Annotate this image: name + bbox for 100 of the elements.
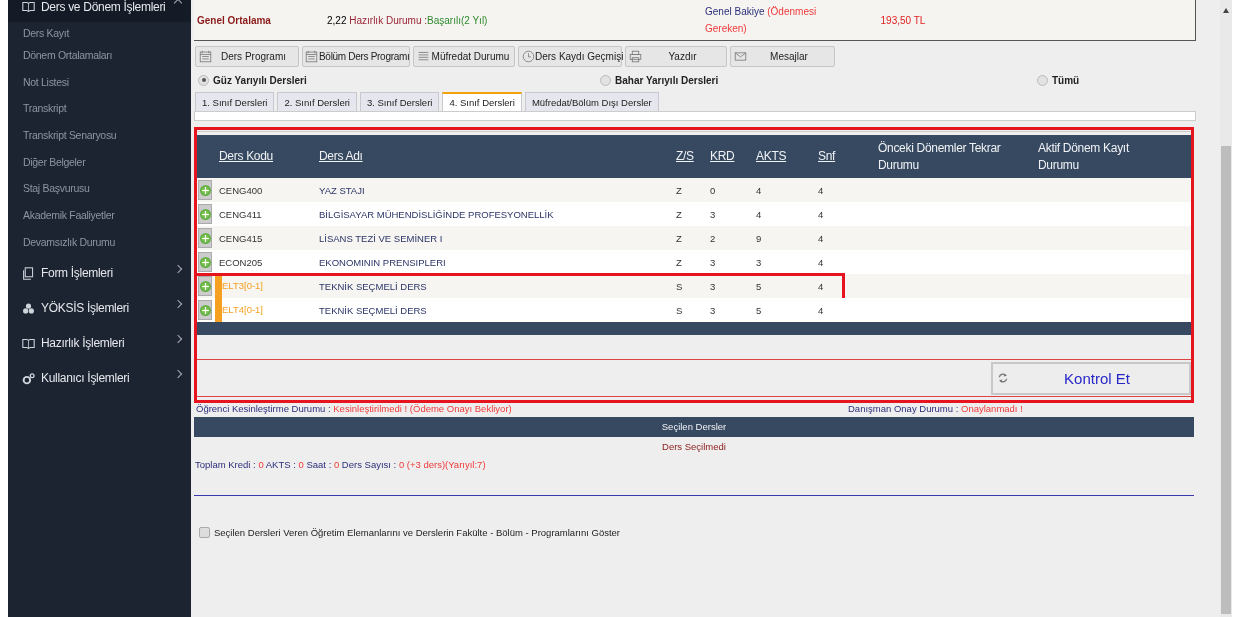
column-header: Aktif Dönem Kayıt Durumu	[1038, 139, 1131, 174]
column-header[interactable]: KRD	[710, 148, 756, 165]
checkbox[interactable]	[199, 527, 210, 538]
sidebar-group[interactable]: Hazırlık İşlemleri	[8, 325, 191, 361]
semester-option[interactable]: Tümü	[1037, 74, 1080, 86]
student-status: Öğrenci Kesinleştirme Durumu : Kesinleştirilmedi ! (Ödeme Onayı Bekliyor)	[196, 403, 513, 414]
add-course-button[interactable]	[198, 276, 212, 296]
table-cell-text: TEKNİK SEÇMELİ DERS	[319, 304, 428, 316]
class-tab[interactable]: 3. Sınıf Dersleri	[359, 92, 440, 111]
checkbox-label[interactable]: Seçilen Dersleri Veren Öğretim Elemanlarını ve Derslerin Fakülte - Bölüm - Programlarını Göster	[214, 527, 620, 538]
column-header[interactable]: Ders Adı	[319, 148, 676, 165]
sidebar-item[interactable]: Diğer Belgeler	[8, 148, 191, 176]
totals-line: Toplam Kredi : 0 AKTS : 0 Saat : 0 Ders Sayısı : 0 (+3 ders)(Yarıyıl:7)	[194, 459, 487, 470]
scroll-thumb[interactable]	[1221, 146, 1231, 614]
radio-button[interactable]	[600, 74, 611, 86]
table-cell-text: LİSANS TEZİ VE SEMİNER I	[319, 232, 444, 244]
balance-label: Genel Bakiye (Ödenmesi Gereken)	[705, 5, 818, 36]
toolbar-button[interactable]: Mesajlar	[730, 46, 835, 67]
preparation-status: 2,22 Hazırlık Durumu :Başarılı(2 Yıl)	[327, 14, 489, 26]
course-code: ECON205	[219, 256, 264, 268]
sidebar-item[interactable]: Akademik Faaliyetler	[8, 202, 191, 229]
sidebar-group[interactable]: Kullanıcı İşlemleri	[8, 360, 191, 396]
table-cell-text: 3	[710, 256, 717, 268]
table-row[interactable]: CENG400 YAZ STAJI Z 0 4 4	[197, 178, 1191, 202]
add-course-button[interactable]	[198, 300, 212, 320]
table-cell-text: 4	[818, 304, 825, 316]
cubes-icon	[22, 301, 35, 315]
toolbar-button[interactable]: Bölüm Ders Programı	[302, 46, 410, 67]
sidebar-item[interactable]: Transkript Senaryosu	[8, 122, 191, 149]
course-code: CENG411	[219, 208, 263, 220]
table-cell-text: 4	[756, 208, 763, 220]
class-tab[interactable]: 1. Sınıf Dersleri	[195, 92, 275, 111]
table-cell-text: EKONOMININ PRENSIPLERI	[319, 256, 447, 268]
table-cell-text: 5	[756, 304, 763, 316]
semester-option[interactable]: Güz Yarıyılı Dersleri	[198, 74, 600, 86]
empty-message: Ders Seçilmedi	[661, 441, 727, 452]
refresh-icon	[997, 372, 1009, 384]
table-cell-text: Z	[676, 184, 683, 196]
toolbar-button[interactable]: Müfredat Durumu	[413, 46, 515, 67]
radio-button[interactable]	[198, 74, 209, 86]
add-course-button[interactable]	[198, 252, 212, 272]
table-cell-text: 9	[756, 232, 763, 244]
table-cell-text: S	[676, 280, 684, 292]
table-row[interactable]: CENG415 LİSANS TEZİ VE SEMİNER I Z 2 9 4	[197, 226, 1191, 250]
table-cell-text: 4	[818, 208, 825, 220]
radio-button[interactable]	[1037, 74, 1048, 86]
class-tab[interactable]: Müfredat/Bölüm Dışı Dersler	[524, 92, 659, 111]
table-cell-text: S	[676, 304, 684, 316]
table-cell-text: Z	[676, 232, 683, 244]
table-cell-text: 3	[756, 256, 763, 268]
scrollbar[interactable]	[1220, 0, 1232, 617]
table-cell-text: 3	[710, 208, 717, 220]
column-header[interactable]: AKTS	[756, 148, 818, 165]
add-course-button[interactable]	[198, 180, 212, 200]
gears-icon	[22, 371, 35, 385]
calendar-icon	[199, 50, 212, 63]
table-cell-text: YAZ STAJI	[319, 184, 366, 196]
scroll-up-icon[interactable]	[1223, 8, 1229, 13]
column-header[interactable]: Z/S	[676, 148, 710, 165]
table-row[interactable]: ELT4[0-1] TEKNİK SEÇMELİ DERS S 3 5 4	[197, 298, 1191, 322]
course-code: CENG400	[219, 184, 264, 196]
table-cell-text: BİLGİSAYAR MÜHENDİSLİĞİNDE PROFESYONELLİK	[319, 208, 555, 220]
table-row[interactable]: ELT3[0-1] TEKNİK SEÇMELİ DERS S 3 5 4	[197, 274, 1191, 298]
table-cell-text: 4	[756, 184, 763, 196]
toolbar-button[interactable]: Yazdır	[625, 46, 727, 67]
table-cell-text: 5	[756, 280, 763, 292]
add-course-button[interactable]	[198, 204, 212, 224]
sidebar-group[interactable]: YÖKSİS İşlemleri	[8, 290, 191, 326]
sidebar-item[interactable]: Ders Kayıt	[8, 22, 191, 42]
list-icon	[417, 50, 430, 63]
sidebar-group[interactable]: Ders ve Dönem İşlemleri	[8, 0, 191, 22]
balance-amount: 193,50 TL	[879, 14, 927, 26]
toolbar-button[interactable]: Ders Kaydı Geçmişi	[518, 46, 622, 67]
sidebar-item[interactable]: Transkript	[8, 95, 191, 123]
check-button[interactable]: Kontrol Et	[991, 361, 1191, 395]
table-cell-text: 4	[818, 184, 825, 196]
class-tab[interactable]: 2. Sınıf Dersleri	[277, 92, 357, 111]
toolbar-button[interactable]: Ders Programı	[195, 46, 299, 67]
column-header[interactable]: Ders Kodu	[219, 148, 319, 165]
table-cell-text: 3	[710, 280, 717, 292]
table-cell-text: 4	[818, 232, 825, 244]
table-cell-text: 4	[818, 256, 825, 268]
table-cell-text: 0	[710, 184, 717, 196]
sidebar-item[interactable]: Not Listesi	[8, 68, 191, 96]
sidebar-group[interactable]: Form İşlemleri	[8, 255, 191, 291]
column-header[interactable]: Snf	[818, 148, 878, 165]
class-tab[interactable]: 4. Sınıf Dersleri	[442, 92, 522, 111]
sidebar-item[interactable]: Dönem Ortalamaları	[8, 42, 191, 69]
add-course-button[interactable]	[198, 228, 212, 248]
course-code: CENG415	[219, 232, 264, 244]
sidebar-item[interactable]: Staj Başvurusu	[8, 175, 191, 203]
table-row[interactable]: ECON205 EKONOMININ PRENSIPLERI Z 3 3 4	[197, 250, 1191, 274]
table-cell-text: Z	[676, 256, 683, 268]
advisor-status: Danışman Onay Durumu : Onaylanmadı !	[848, 403, 1023, 414]
clock-icon	[522, 50, 535, 63]
semester-option[interactable]: Bahar Yarıyılı Dersleri	[600, 74, 1037, 86]
sidebar-item[interactable]: Devamsızlık Durumu	[8, 228, 191, 256]
table-row[interactable]: CENG411 BİLGİSAYAR MÜHENDİSLİĞİNDE PROFESYONELLİK Z 3 4 4	[197, 202, 1191, 226]
copy-icon	[22, 266, 35, 280]
book-icon	[22, 0, 35, 13]
